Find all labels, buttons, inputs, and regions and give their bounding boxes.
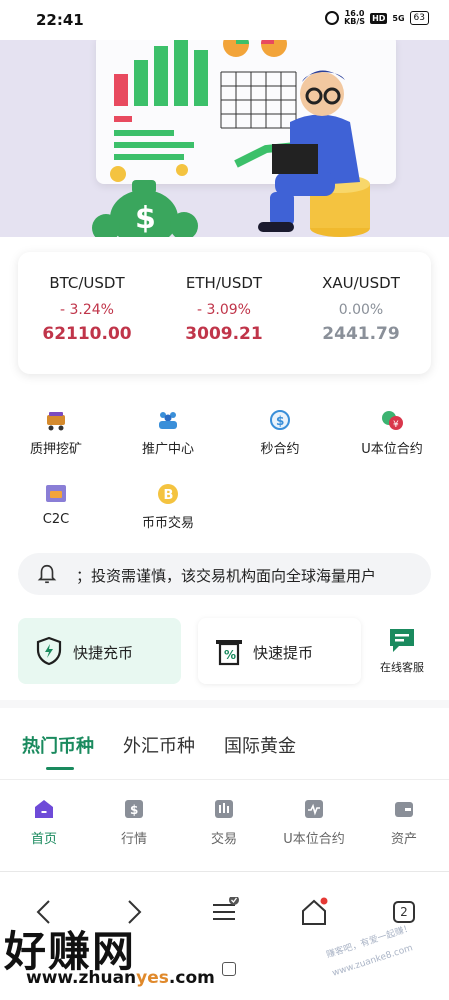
status-bar: 22:41 16.0 KB/S HD 5G 63 (0, 0, 449, 40)
menu-second-contract[interactable]: $ 秒合约 (224, 408, 336, 457)
hamburger-icon (213, 897, 239, 920)
battery-icon: 63 (409, 11, 429, 25)
bell-icon (37, 564, 57, 584)
shield-bolt-icon (36, 636, 62, 666)
money-bag-icon: $ (92, 164, 198, 237)
bottom-nav: 首页 $ 行情 交易 U本位合约 资产 (0, 780, 449, 872)
currency-exchange-icon: ¥ (382, 411, 403, 430)
svg-text:$: $ (135, 201, 156, 236)
quick-withdraw-button[interactable]: % 快速提币 (198, 618, 361, 684)
announcement-bar[interactable]: ；投资需谨慎，该交易机构面向全球海量用户 (18, 553, 431, 595)
ticker-price: 3009.21 (185, 324, 263, 344)
nav-home[interactable]: 首页 (0, 798, 88, 847)
home-outline-icon (302, 897, 328, 925)
market-tabs: 热门币种 外汇币种 国际黄金 (0, 708, 449, 780)
network-speed: 16.0 KB/S (344, 9, 366, 26)
menu-label: 币币交易 (141, 516, 194, 531)
menu-label: U本位合约 (361, 442, 423, 457)
bitcoin-coin-icon: B (158, 484, 178, 504)
ticker-change: - 3.24% (60, 302, 114, 318)
nav-assets[interactable]: 资产 (360, 798, 448, 847)
announcement-text: ；投资需谨慎，该交易机构面向全球海量用户 (76, 567, 377, 585)
nav-label: 首页 (30, 832, 57, 847)
atm-withdraw-icon: % (216, 640, 242, 666)
chat-icon (390, 629, 414, 652)
nav-label: 行情 (120, 832, 147, 847)
menu-label: 质押挖矿 (29, 442, 82, 457)
team-icon (159, 412, 177, 429)
nav-label: U本位合约 (283, 832, 345, 847)
section-divider (0, 700, 449, 708)
svg-text:$: $ (276, 414, 284, 428)
withdraw-label: 快速提币 (253, 644, 314, 662)
alarm-icon (325, 11, 340, 25)
deposit-label: 快捷充币 (73, 644, 134, 662)
c2c-icon (46, 485, 66, 502)
signal-icon: 5G (392, 13, 405, 23)
svg-text:B: B (164, 488, 174, 503)
ticker-pair: BTC/USDT (49, 274, 125, 292)
tab-hot-coins[interactable]: 热门币种 (22, 732, 94, 758)
ticker-pair: XAU/USDT (322, 274, 400, 292)
ticker-price: 2441.79 (322, 324, 400, 344)
watermark-url: www.zhuanyes.com (26, 968, 215, 988)
status-time: 22:41 (36, 11, 84, 29)
menu-promotion-center[interactable]: 推广中心 (112, 408, 224, 457)
browser-home-button[interactable] (294, 894, 334, 930)
hd-badge: HD (370, 12, 388, 24)
tab-forex-coins[interactable]: 外汇币种 (123, 732, 195, 758)
ticker-price: 62110.00 (42, 324, 132, 344)
online-service-button[interactable]: 在线客服 (370, 626, 434, 675)
promo-banner[interactable]: $ (0, 40, 449, 237)
menu-staking-mining[interactable]: 质押挖矿 (0, 408, 112, 457)
system-home-button[interactable] (222, 962, 236, 976)
nav-market[interactable]: $ 行情 (90, 798, 178, 847)
service-label: 在线客服 (380, 661, 424, 674)
person-illustration (258, 70, 370, 237)
market-icon: $ (125, 800, 143, 818)
nav-trade[interactable]: 交易 (180, 798, 268, 847)
svg-text:%: % (224, 648, 236, 662)
tab-international-gold[interactable]: 国际黄金 (224, 732, 296, 758)
menu-label: C2C (42, 512, 70, 527)
menu-c2c[interactable]: C2C (0, 482, 112, 527)
status-icons: 16.0 KB/S HD 5G 63 (325, 10, 429, 26)
market-ticker-card: BTC/USDT - 3.24% 62110.00 ETH/USDT - 3.0… (18, 252, 431, 374)
contract-icon (305, 800, 323, 818)
nav-label: 资产 (390, 832, 417, 847)
ticker-change: - 3.09% (197, 302, 251, 318)
nav-label: 交易 (210, 832, 237, 847)
ticker-eth[interactable]: ETH/USDT - 3.09% 3009.21 (155, 274, 293, 344)
active-tab-indicator (46, 767, 74, 770)
ticker-btc[interactable]: BTC/USDT - 3.24% 62110.00 (18, 274, 156, 344)
menu-label: 秒合约 (260, 442, 300, 457)
menu-button[interactable] (204, 894, 244, 930)
ticker-pair: ETH/USDT (185, 274, 263, 292)
ticker-xau[interactable]: XAU/USDT 0.00% 2441.79 (292, 274, 430, 344)
quick-deposit-button[interactable]: 快捷充币 (18, 618, 181, 684)
menu-label: 推广中心 (141, 442, 194, 457)
home-icon (35, 800, 53, 818)
menu-usdt-contract[interactable]: ¥ U本位合约 (336, 408, 448, 457)
timer-contract-icon: $ (270, 410, 290, 430)
nav-usdt-contract[interactable]: U本位合约 (270, 798, 358, 847)
ticker-change: 0.00% (338, 302, 384, 318)
wallet-icon (395, 802, 413, 817)
trade-icon (215, 800, 233, 818)
svg-text:¥: ¥ (393, 420, 399, 430)
svg-text:$: $ (130, 803, 138, 817)
mining-cart-icon (47, 412, 65, 431)
menu-coin-trading[interactable]: B 币币交易 (112, 482, 224, 531)
